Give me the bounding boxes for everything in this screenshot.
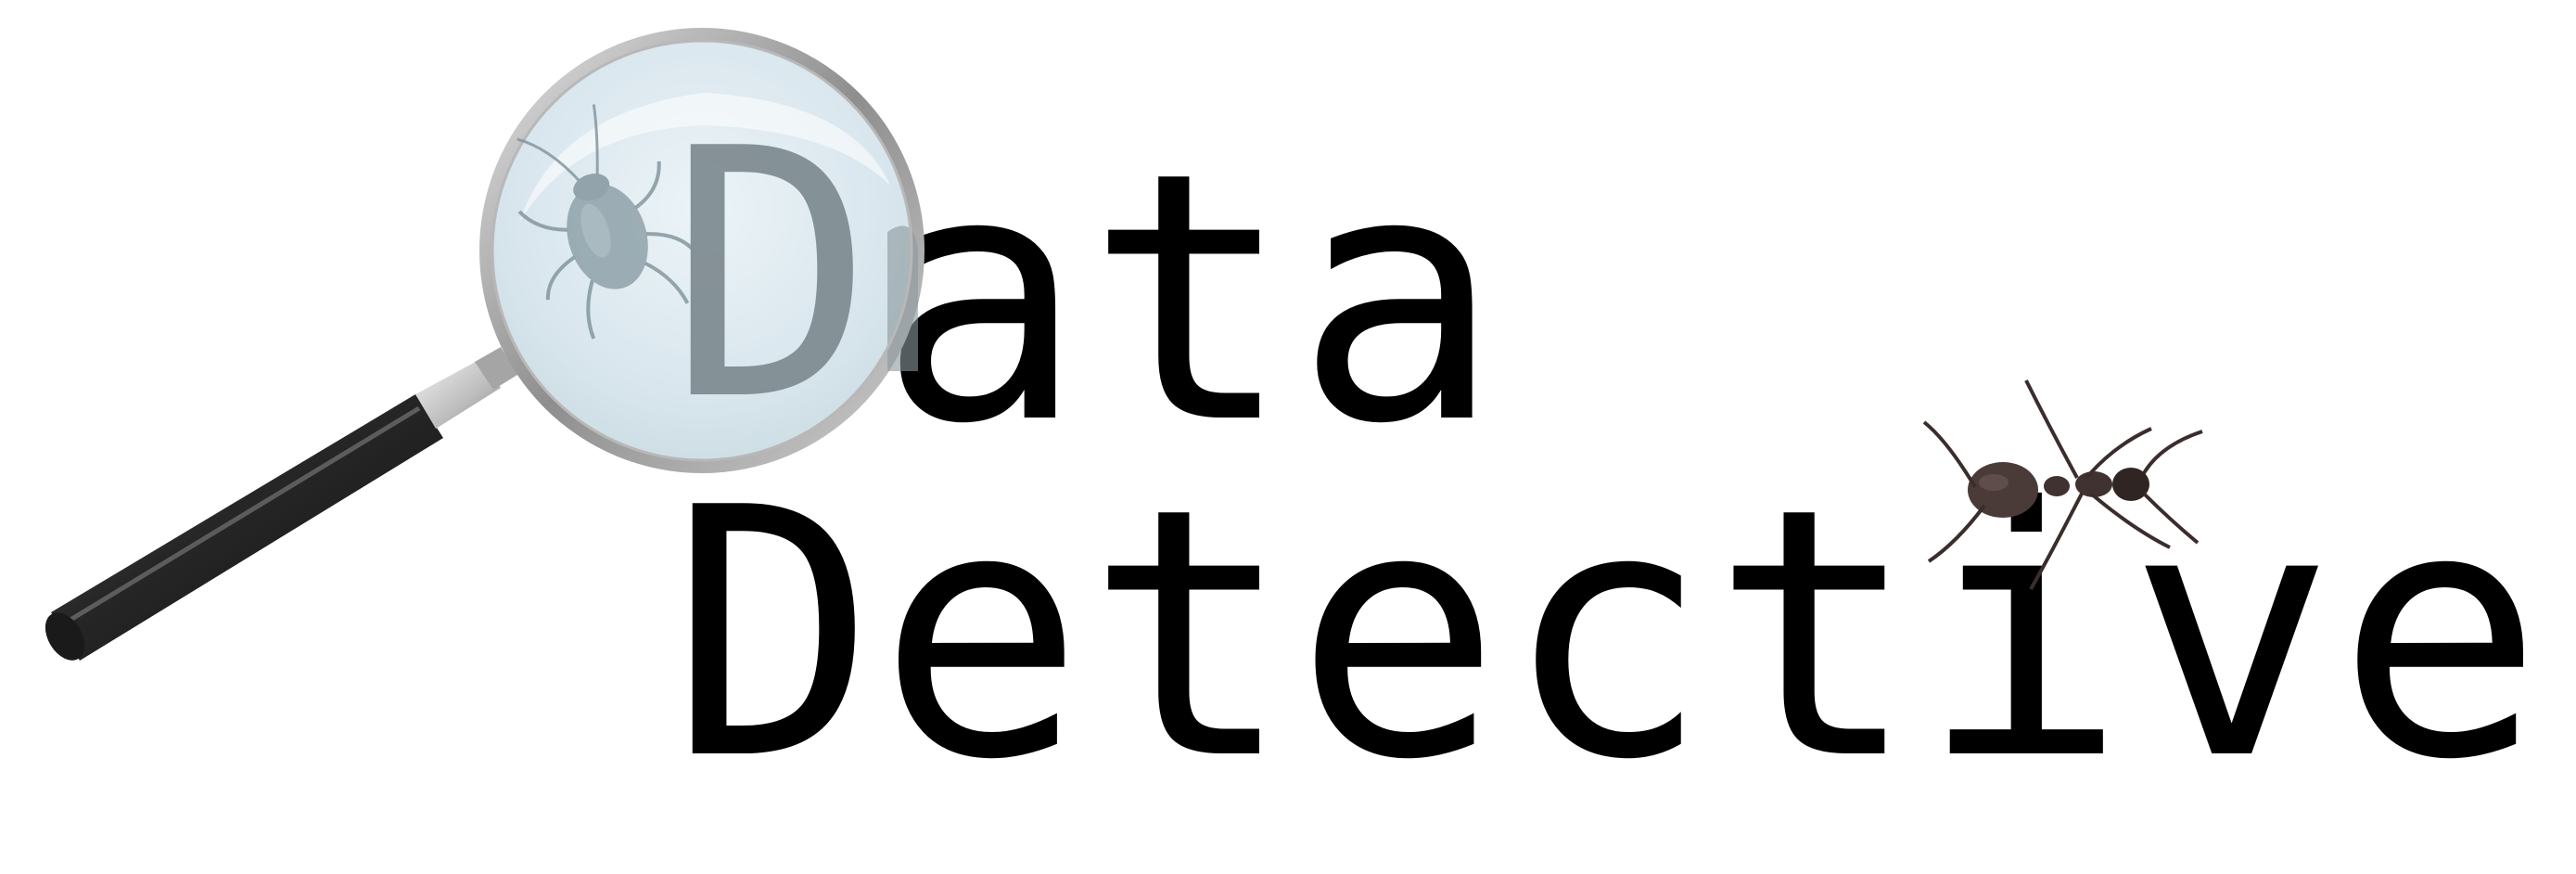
logo-canvas: Data Detective D [0, 0, 2576, 874]
ant-icon [1922, 379, 2203, 590]
magnifier-handle [45, 347, 517, 661]
magnifying-glass-icon: D [45, 28, 2203, 661]
magnifier-lens: D [479, 28, 925, 476]
